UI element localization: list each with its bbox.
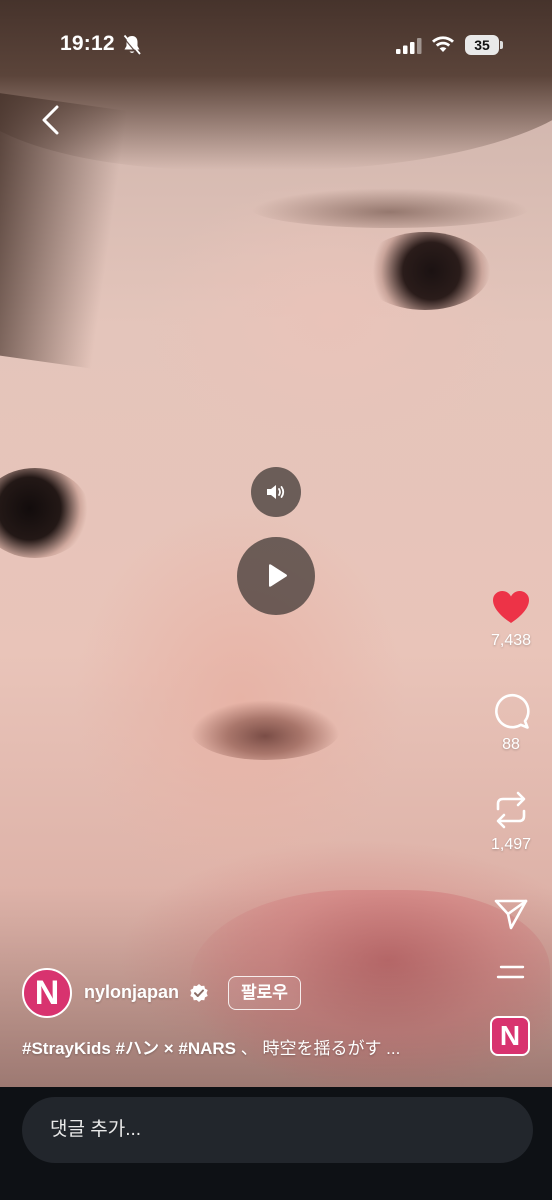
video-frame-brow xyxy=(250,188,530,228)
post-caption[interactable]: #StrayKids #ハン × #NARS 、 時空を揺るがす ... xyxy=(22,1034,462,1059)
like-count: 7,438 xyxy=(490,632,532,649)
author-username[interactable]: nylonjapan xyxy=(84,982,179,1003)
wifi-icon xyxy=(432,36,454,52)
back-arrow-icon[interactable] xyxy=(36,102,68,138)
status-time: 19:12 xyxy=(60,32,115,55)
play-icon xyxy=(269,564,287,587)
send-paper-plane-icon xyxy=(494,899,528,930)
follow-button[interactable]: 팔로우 xyxy=(228,976,301,1010)
comment-bar: 댓글 추가... xyxy=(0,1087,552,1200)
video-frame-eye-left xyxy=(0,468,90,558)
menu-lines-icon xyxy=(496,965,525,979)
heart-filled-icon xyxy=(493,591,529,623)
like-action[interactable]: 7,438 xyxy=(480,590,542,650)
status-bar: 19:12 35 xyxy=(0,24,552,68)
comment-action[interactable]: 88 xyxy=(480,692,542,754)
comment-bubble-icon xyxy=(495,693,530,729)
mute-toggle-button[interactable] xyxy=(251,467,301,517)
repost-count: 1,497 xyxy=(490,836,532,853)
play-button[interactable] xyxy=(237,537,315,615)
comment-count: 88 xyxy=(502,736,520,753)
cellular-signal-icon xyxy=(396,38,422,54)
repost-icon xyxy=(496,791,526,829)
comment-input[interactable]: 댓글 추가... xyxy=(22,1097,533,1163)
battery-indicator: 35 xyxy=(465,35,499,55)
caption-text: 、 時空を揺るがす ... xyxy=(236,1039,401,1058)
verified-badge-icon xyxy=(190,984,208,1002)
video-frame-nose xyxy=(190,700,340,760)
speaker-icon xyxy=(267,485,285,499)
repost-action[interactable]: 1,497 xyxy=(480,790,542,854)
battery-cap xyxy=(500,41,503,49)
more-options-action[interactable] xyxy=(480,962,542,982)
video-frame-eye-right xyxy=(360,232,490,310)
author-avatar[interactable]: N xyxy=(22,968,72,1018)
caption-hashtags: #StrayKids #ハン × #NARS xyxy=(22,1039,236,1058)
audio-source-thumbnail[interactable]: N xyxy=(490,1016,530,1056)
share-action[interactable] xyxy=(480,896,542,932)
bell-off-icon xyxy=(122,34,141,56)
